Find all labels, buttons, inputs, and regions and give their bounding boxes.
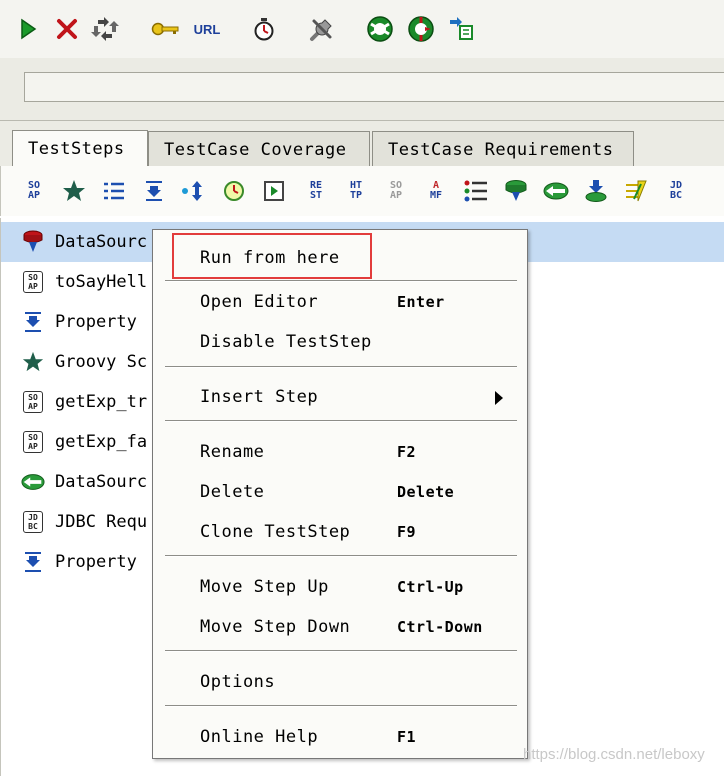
menu-separator xyxy=(165,555,517,557)
add-step-icon[interactable] xyxy=(446,14,478,44)
menu-separator xyxy=(165,705,517,707)
add-run-testcase-icon[interactable] xyxy=(261,178,287,204)
list-item[interactable]: Groovy Sc xyxy=(1,342,147,382)
add-jdbc-request-icon[interactable]: JD BC xyxy=(663,178,689,204)
add-property-transfer-icon[interactable] xyxy=(141,178,167,204)
shortcut-label: Ctrl-Up xyxy=(397,578,464,596)
add-groovy-script-icon[interactable] xyxy=(61,178,87,204)
tab-testcase-coverage[interactable]: TestCase Coverage xyxy=(148,131,370,167)
add-http-request-icon[interactable]: HT TP xyxy=(343,178,369,204)
menu-item-move-step-up[interactable]: Move Step Up Ctrl-Up xyxy=(153,567,527,607)
menu-item-disable-teststep[interactable]: Disable TestStep xyxy=(153,322,527,362)
add-rest-request-icon[interactable]: RE ST xyxy=(303,178,329,204)
menu-item-options[interactable]: Options xyxy=(153,662,527,702)
menu-item-run-from-here[interactable]: Run from here xyxy=(153,238,527,278)
property-transfer-icon xyxy=(21,550,45,574)
watermark: https://blog.csdn.net/leboxy xyxy=(523,746,705,763)
step-label: Property xyxy=(55,552,137,572)
add-datasink-icon[interactable] xyxy=(583,178,609,204)
tools-icon[interactable] xyxy=(306,14,338,44)
list-item[interactable]: SO AP toSayHell xyxy=(1,262,147,302)
step-label: JDBC Requ xyxy=(55,512,148,532)
menu-item-clone-teststep[interactable]: Clone TestStep F9 xyxy=(153,512,527,552)
context-menu: Run from here Open Editor Enter Disable … xyxy=(152,229,528,759)
loop-icon[interactable] xyxy=(88,14,122,44)
run-icon[interactable] xyxy=(14,14,42,44)
url-icon[interactable]: URL xyxy=(190,14,224,44)
address-bar-area xyxy=(0,58,724,120)
menu-item-delete[interactable]: Delete Delete xyxy=(153,472,527,512)
step-label: getExp_fa xyxy=(55,432,148,452)
shortcut-label: F9 xyxy=(397,523,417,541)
tab-bar: TestSteps TestCase Coverage TestCase Req… xyxy=(0,120,724,167)
shortcut-label: F1 xyxy=(397,728,417,746)
add-soap-mock-icon[interactable]: SO AP xyxy=(383,178,409,204)
menu-item-insert-step[interactable]: Insert Step xyxy=(153,377,527,417)
timer-icon[interactable] xyxy=(250,14,278,44)
tab-testcase-requirements[interactable]: TestCase Requirements xyxy=(372,131,634,167)
add-assertion-icon[interactable] xyxy=(623,178,649,204)
datasource-loop-icon xyxy=(21,470,45,494)
soap-request-icon: SO AP xyxy=(21,270,45,294)
add-properties-icon[interactable] xyxy=(101,178,127,204)
step-label: getExp_tr xyxy=(55,392,148,412)
list-item[interactable]: DataSourc xyxy=(1,462,147,502)
property-transfer-icon xyxy=(21,310,45,334)
help-icon[interactable] xyxy=(364,14,396,44)
add-datasource-loop-icon[interactable] xyxy=(543,178,569,204)
add-manual-step-icon[interactable] xyxy=(463,178,489,204)
step-label: Groovy Sc xyxy=(55,352,148,372)
menu-separator xyxy=(165,650,517,652)
add-datasource-icon[interactable] xyxy=(503,178,529,204)
jdbc-request-icon: JD BC xyxy=(21,510,45,534)
shortcut-label: Ctrl-Down xyxy=(397,618,483,636)
shortcut-label: F2 xyxy=(397,443,417,461)
add-conditional-goto-icon[interactable] xyxy=(181,178,207,204)
url-label: URL xyxy=(193,21,221,37)
soap-request-icon: SO AP xyxy=(21,390,45,414)
submenu-arrow-icon xyxy=(495,391,503,405)
step-label: DataSourc xyxy=(55,472,148,492)
menu-separator xyxy=(165,366,517,368)
menu-item-move-step-down[interactable]: Move Step Down Ctrl-Down xyxy=(153,607,527,647)
soap-request-icon: SO AP xyxy=(21,430,45,454)
menu-item-open-editor[interactable]: Open Editor Enter xyxy=(153,282,527,322)
list-item[interactable]: Property xyxy=(1,302,137,342)
address-input[interactable] xyxy=(24,72,724,102)
datasource-icon xyxy=(21,230,45,254)
menu-item-online-help[interactable]: Online Help F1 xyxy=(153,717,527,757)
cancel-icon[interactable] xyxy=(52,14,82,44)
tab-label: TestCase Coverage xyxy=(164,139,347,160)
step-label: DataSourc xyxy=(55,232,148,252)
step-label: Property xyxy=(55,312,137,332)
step-label: toSayHell xyxy=(55,272,148,292)
list-item[interactable]: SO AP getExp_fa xyxy=(1,422,147,462)
teststep-toolbar: SO AP RE ST HT TP SO AP A MF JD BC xyxy=(0,166,724,216)
tab-label: TestSteps xyxy=(28,139,125,159)
key-icon[interactable] xyxy=(150,14,182,44)
run-options-icon[interactable] xyxy=(404,14,438,44)
shortcut-label: Delete xyxy=(397,483,455,501)
list-item[interactable]: SO AP getExp_tr xyxy=(1,382,147,422)
menu-separator xyxy=(165,420,517,422)
menu-item-rename[interactable]: Rename F2 xyxy=(153,432,527,472)
shortcut-label: Enter xyxy=(397,293,445,311)
add-soap-request-icon[interactable]: SO AP xyxy=(21,178,47,204)
tab-label: TestCase Requirements xyxy=(388,139,614,160)
list-item[interactable]: JD BC JDBC Requ xyxy=(1,502,147,542)
add-amf-request-icon[interactable]: A MF xyxy=(423,178,449,204)
list-item[interactable]: Property xyxy=(1,542,137,582)
groovy-script-icon xyxy=(21,350,45,374)
add-delay-icon[interactable] xyxy=(221,178,247,204)
tab-teststeps[interactable]: TestSteps xyxy=(12,130,148,167)
main-toolbar: URL xyxy=(0,0,724,58)
